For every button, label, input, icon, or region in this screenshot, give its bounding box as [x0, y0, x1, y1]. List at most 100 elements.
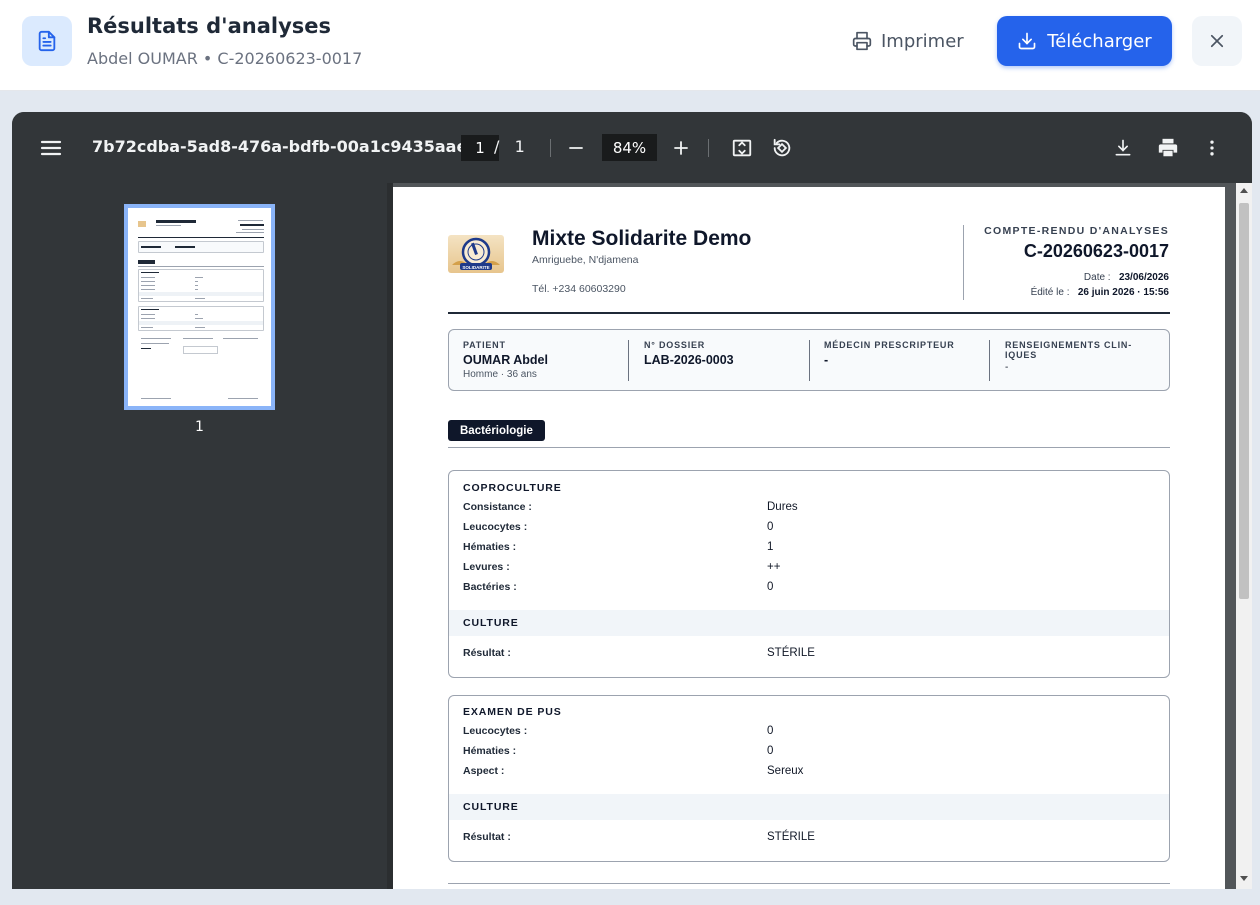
result-label: Aspect :: [463, 765, 505, 777]
scrollbar-thumb[interactable]: [1239, 203, 1249, 599]
culture-title: CULTURE: [463, 801, 519, 813]
scroll-down-arrow-icon[interactable]: [1240, 876, 1248, 881]
result-value: ++: [767, 561, 781, 573]
report-kicker: COMPTE-RENDU D'ANALYSES: [984, 225, 1169, 237]
result-value: Dures: [767, 501, 798, 513]
toolbar-divider: [708, 139, 709, 157]
zoom-level-input[interactable]: 84%: [602, 134, 657, 161]
column-divider: [989, 340, 990, 381]
culture-title: CULTURE: [463, 617, 519, 629]
result-label: Leucocytes :: [463, 521, 528, 533]
result-value: 0: [767, 521, 774, 533]
dossier-value: LAB-2026-0003: [644, 353, 734, 367]
pdf-download-button[interactable]: [1109, 134, 1137, 162]
modal-header: Résultats d'analyses Abdel OUMAR • C-202…: [0, 0, 1260, 91]
download-icon: [1018, 32, 1036, 50]
result-label: Consistance :: [463, 501, 532, 513]
patient-label: PATIENT: [463, 340, 506, 350]
pdf-page-area: SOLIDARITE Mixte Solidarite Demo Amrigue…: [393, 183, 1252, 889]
download-button[interactable]: Télécharger: [997, 16, 1172, 66]
modal-title: Résultats d'analyses: [87, 14, 332, 38]
exam-card: EXAMEN DE PUS Leucocytes : 0 Hématies : …: [448, 695, 1170, 862]
dossier-column: N° DOSSIER LAB-2026-0003: [644, 340, 734, 367]
culture-result-value: STÉRILE: [767, 831, 815, 843]
printer-icon: [1158, 138, 1178, 157]
dossier-label: N° DOSSIER: [644, 340, 706, 350]
pdf-print-button[interactable]: [1154, 134, 1182, 162]
exam-card: COPROCULTURE Consistance : Dures Leucocy…: [448, 470, 1170, 678]
rotate-icon: [773, 138, 791, 157]
header-rule: [448, 312, 1170, 314]
result-value: 1: [767, 541, 774, 553]
section-rule: [448, 447, 1170, 448]
logo-text: SOLIDARITE: [462, 265, 489, 270]
exam-title: COPROCULTURE: [463, 482, 562, 494]
clinical-label-line1: RENSEIGNEMENTS CLIN-: [1005, 340, 1133, 350]
zoom-out-button[interactable]: [562, 134, 590, 162]
more-options-button[interactable]: [1198, 134, 1226, 162]
culture-header: CULTURE: [449, 610, 1169, 636]
clinical-value: -: [1005, 362, 1009, 373]
total-pages: 1: [514, 137, 525, 156]
page-thumbnail[interactable]: [124, 204, 275, 410]
patient-name: OUMAR Abdel: [463, 353, 548, 367]
doctor-label: MÉDECIN PRESCRIPTEUR: [824, 340, 955, 350]
exam-title: EXAMEN DE PUS: [463, 706, 562, 718]
thumbnail-page-number: 1: [195, 419, 204, 435]
minus-icon: [569, 147, 583, 149]
document-icon-badge: [22, 16, 72, 66]
section-rule: [448, 883, 1170, 884]
result-value: 0: [767, 745, 774, 757]
modal-subtitle: Abdel OUMAR • C-20260623-0017: [87, 49, 363, 68]
result-label: Hématies :: [463, 745, 517, 757]
lab-address: Amriguebe, N'djamena: [532, 254, 639, 266]
edited-value: 26 juin 2026 · 15:56: [1077, 287, 1169, 298]
document-icon: [38, 30, 56, 52]
patient-column: PATIENT OUMAR Abdel Homme · 36 ans: [463, 340, 548, 380]
date-label: Date :: [1083, 272, 1111, 283]
pdf-filename: 7b72cdba-5ad8-476a-bdfb-00a1c9435aae: [92, 137, 468, 156]
print-button-label: Imprimer: [881, 30, 964, 52]
download-icon: [1115, 139, 1131, 156]
result-value: 0: [767, 581, 774, 593]
culture-result-label: Résultat :: [463, 831, 511, 843]
close-icon: [1210, 34, 1224, 48]
pdf-page: SOLIDARITE Mixte Solidarite Demo Amrigue…: [393, 187, 1225, 889]
lab-name: Mixte Solidarite Demo: [532, 227, 752, 250]
fit-page-button[interactable]: [728, 134, 756, 162]
edited-label: Édité le :: [1030, 287, 1070, 298]
plus-icon: [674, 141, 688, 155]
pdf-toolbar: 7b72cdba-5ad8-476a-bdfb-00a1c9435aae 1 /…: [12, 112, 1252, 183]
fit-page-icon: [732, 139, 752, 157]
column-divider: [809, 340, 810, 381]
scroll-up-arrow-icon[interactable]: [1240, 188, 1248, 193]
section-badge: Bactériologie: [448, 420, 545, 441]
thumbnail-preview: [128, 208, 271, 406]
page-separator: /: [494, 137, 500, 156]
result-label: Levures :: [463, 561, 510, 573]
result-label: Leucocytes :: [463, 725, 528, 737]
lab-logo: SOLIDARITE: [448, 235, 504, 273]
patient-info-box: PATIENT OUMAR Abdel Homme · 36 ans N° DO…: [448, 329, 1170, 391]
lab-phone: Tél. +234 60603290: [532, 283, 626, 295]
result-label: Hématies :: [463, 541, 517, 553]
report-date: Date : 23/06/2026: [1084, 272, 1169, 283]
page-count: / 1: [494, 137, 525, 156]
doctor-column: MÉDECIN PRESCRIPTEUR -: [824, 340, 955, 367]
doctor-value: -: [824, 353, 829, 367]
date-value: 23/06/2026: [1118, 272, 1169, 283]
result-label: Bactéries :: [463, 581, 517, 593]
header-divider: [963, 225, 964, 300]
vertical-scrollbar[interactable]: [1236, 183, 1252, 889]
download-button-label: Télécharger: [1047, 30, 1152, 52]
print-button[interactable]: Imprimer: [838, 18, 978, 64]
clinical-column: RENSEIGNEMENTS CLIN- IQUES -: [1005, 340, 1132, 373]
column-divider: [628, 340, 629, 381]
toolbar-divider: [550, 139, 551, 157]
culture-result-value: STÉRILE: [767, 647, 815, 659]
menu-icon[interactable]: [39, 136, 63, 164]
close-button[interactable]: [1192, 16, 1242, 66]
thumbnail-sidebar: 1: [12, 183, 387, 889]
zoom-in-button[interactable]: [667, 134, 695, 162]
rotate-button[interactable]: [768, 134, 796, 162]
